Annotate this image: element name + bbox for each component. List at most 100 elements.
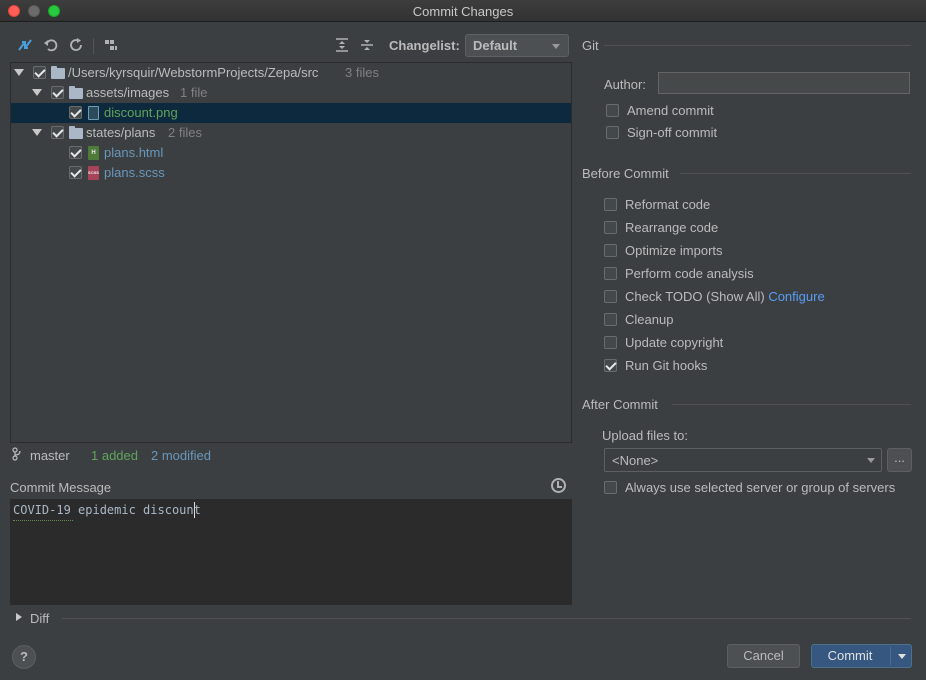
rearrange-code-label: Rearrange code [625,220,719,235]
tree-row-root[interactable]: /Users/kyrsquir/WebstormProjects/Zepa/sr… [11,63,571,83]
commit-button[interactable]: Commit [811,644,912,668]
chevron-down-icon [552,44,560,49]
run-git-hooks-label: Run Git hooks [625,358,708,373]
amend-commit-checkbox[interactable] [606,104,619,117]
folder-icon [51,66,65,79]
folder-count: 1 file [180,85,208,100]
section-divider [680,173,911,174]
check-todo-label: Check TODO (Show All) Configure [625,289,825,304]
file-name: discount.png [104,105,178,120]
commit-options-chevron-icon[interactable] [898,654,906,659]
reformat-code-label: Reformat code [625,197,711,212]
changelist-dropdown[interactable]: Default [465,34,569,57]
author-input[interactable] [658,72,910,94]
changelist-value: Default [473,38,518,53]
update-copyright-label: Update copyright [625,335,724,350]
tree-row-assets-images[interactable]: assets/images 1 file [11,83,571,103]
upload-files-label: Upload files to: [602,428,688,443]
changes-tree[interactable]: /Users/kyrsquir/WebstormProjects/Zepa/sr… [10,62,572,443]
group-by-icon[interactable] [102,36,120,54]
rearrange-code-checkbox[interactable] [604,221,617,234]
text-cursor [194,502,195,518]
always-use-server-checkbox[interactable] [604,481,617,494]
cleanup-label: Cleanup [625,312,674,327]
commit-message-input[interactable]: COVID-19 epidemic discount [10,499,572,605]
folder-icon [69,86,83,99]
always-use-server-label: Always use selected server or group of s… [625,480,896,495]
git-section-title: Git [582,38,599,53]
expand-all-icon[interactable] [333,36,351,54]
author-label: Author: [604,77,646,92]
commit-message-label: Commit Message [10,480,112,495]
folder-checkbox[interactable] [51,86,64,99]
expand-arrow-icon[interactable] [32,129,42,136]
optimize-imports-checkbox[interactable] [604,244,617,257]
toolbar-separator [93,38,94,54]
optimize-imports-label: Optimize imports [625,243,723,258]
root-path: /Users/kyrsquir/WebstormProjects/Zepa/sr… [68,65,319,80]
image-file-icon [88,106,99,120]
root-checkbox[interactable] [33,66,46,79]
modified-count: 2 modified [151,448,211,463]
commit-button-divider [890,647,891,665]
cleanup-checkbox[interactable] [604,313,617,326]
file-name: plans.html [104,145,164,160]
branch-icon [12,447,22,464]
folder-name: assets/images [86,85,170,100]
code-analysis-checkbox[interactable] [604,267,617,280]
file-name: plans.scss [104,165,165,180]
tree-row-plans-html[interactable]: H plans.html [11,143,571,163]
server-dropdown[interactable]: <None> [604,448,882,472]
file-checkbox[interactable] [69,106,82,119]
cancel-button[interactable]: Cancel [727,644,800,668]
root-count: 3 files [345,65,379,80]
rollback-icon[interactable] [42,36,60,54]
chevron-down-icon [867,458,875,463]
tree-row-plans-scss[interactable]: SCSS plans.scss [11,163,571,183]
signoff-commit-checkbox[interactable] [606,126,619,139]
expand-arrow-icon[interactable] [14,69,24,76]
changelist-label: Changelist: [389,38,460,53]
expand-arrow-icon[interactable] [32,89,42,96]
after-commit-title: After Commit [582,397,658,412]
branch-name[interactable]: master [30,448,70,463]
folder-count: 2 files [168,125,202,140]
run-git-hooks-checkbox[interactable] [604,359,617,372]
title-bar: Commit Changes [0,0,926,22]
code-analysis-label: Perform code analysis [625,266,754,281]
reformat-code-checkbox[interactable] [604,198,617,211]
before-commit-title: Before Commit [582,166,669,181]
collapse-all-icon[interactable] [358,36,376,54]
check-todo-checkbox[interactable] [604,290,617,303]
update-copyright-checkbox[interactable] [604,336,617,349]
added-count: 1 added [91,448,138,463]
diff-expand-arrow-icon[interactable] [16,613,22,621]
section-divider [672,404,911,405]
commit-button-label: Commit [827,648,873,663]
file-checkbox[interactable] [69,146,82,159]
commit-message-text: COVID-19 epidemic discount [13,503,201,517]
refresh-icon[interactable] [67,36,85,54]
browse-servers-button[interactable]: ... [887,448,912,472]
section-divider [604,45,911,46]
diff-toggle[interactable]: Diff [30,611,49,626]
server-value: <None> [612,453,659,468]
diff-divider [62,618,911,619]
help-button[interactable]: ? [12,645,36,669]
folder-checkbox[interactable] [51,126,64,139]
window-title: Commit Changes [412,4,514,19]
configure-link[interactable]: Configure [768,289,824,304]
tree-row-discount-png[interactable]: discount.png [11,103,571,123]
folder-icon [69,126,83,139]
html-file-icon: H [88,146,99,160]
message-history-icon[interactable] [551,478,566,493]
show-diff-icon[interactable] [16,36,34,54]
tree-row-states-plans[interactable]: states/plans 2 files [11,123,571,143]
scss-file-icon: SCSS [88,166,99,180]
check-todo-text: Check TODO (Show All) [625,289,765,304]
signoff-commit-label: Sign-off commit [627,125,718,140]
file-checkbox[interactable] [69,166,82,179]
folder-name: states/plans [86,125,156,140]
spellcheck-underline [13,519,73,521]
amend-commit-label: Amend commit [627,103,714,118]
